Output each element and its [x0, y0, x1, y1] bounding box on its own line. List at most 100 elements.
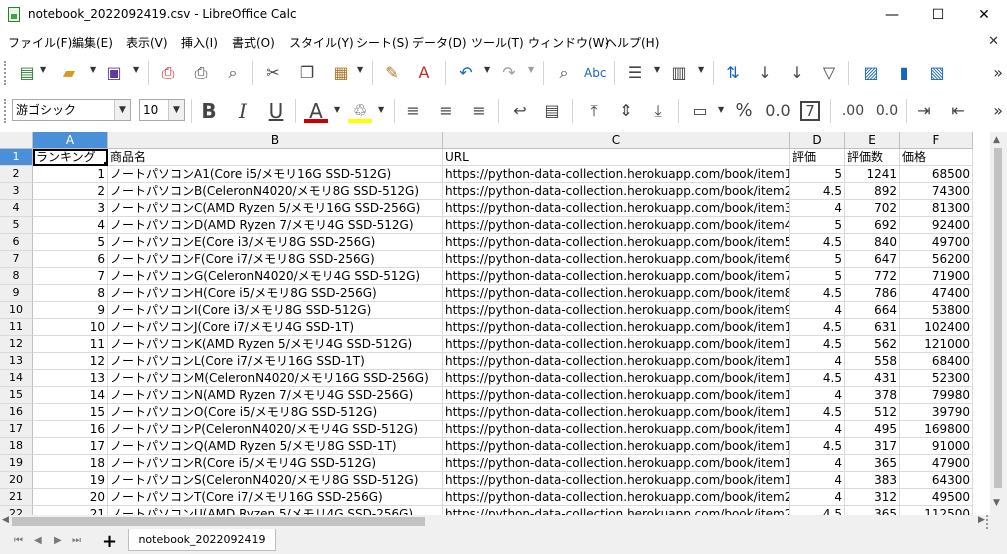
- table-cell[interactable]: 786: [845, 285, 900, 302]
- table-cell[interactable]: 47400: [900, 285, 973, 302]
- save-icon[interactable]: ▣: [103, 63, 125, 83]
- italic-button[interactable]: I: [231, 99, 255, 123]
- table-cell[interactable]: 1241: [845, 166, 900, 183]
- table-cell[interactable]: ノートパソコンN(AMD Ryzen 7/メモリ4G SSD-256G): [108, 387, 443, 404]
- table-cell[interactable]: 12: [33, 353, 108, 370]
- table-cell[interactable]: ノートパソコンO(Core i5/メモリ8G SSD-512G): [108, 404, 443, 421]
- chevron-down-icon[interactable]: ▼: [168, 100, 184, 120]
- table-cell[interactable]: 4.5: [790, 336, 845, 353]
- sheet-tab[interactable]: notebook_2022092419: [128, 529, 276, 551]
- table-cell[interactable]: 52300: [900, 370, 973, 387]
- export-pdf-icon[interactable]: ⎙: [157, 63, 179, 83]
- table-cell[interactable]: https://python-data-collection.herokuapp…: [443, 387, 790, 404]
- row-header[interactable]: 10: [0, 302, 33, 319]
- previous-sheet-icon[interactable]: ◀: [34, 535, 42, 546]
- table-cell[interactable]: 71900: [900, 268, 973, 285]
- copy-icon[interactable]: ❐: [296, 63, 318, 83]
- table-cell[interactable]: https://python-data-collection.herokuapp…: [443, 438, 790, 455]
- align-right-icon[interactable]: ≡: [467, 99, 491, 123]
- table-cell[interactable]: 4.5: [790, 234, 845, 251]
- font-name-box[interactable]: 游ゴシック ▼: [12, 99, 131, 121]
- table-cell[interactable]: https://python-data-collection.herokuapp…: [443, 421, 790, 438]
- row-header[interactable]: 7: [0, 251, 33, 268]
- table-cell[interactable]: 317: [845, 438, 900, 455]
- table-cell[interactable]: ノートパソコンM(CeleronN4020/メモリ16G SSD-256G): [108, 370, 443, 387]
- table-cell[interactable]: 74300: [900, 183, 973, 200]
- table-cell[interactable]: 19: [33, 472, 108, 489]
- next-sheet-icon[interactable]: ▶: [54, 535, 62, 546]
- last-sheet-icon[interactable]: ⏭: [72, 535, 81, 546]
- paste-dropdown-icon[interactable]: ▼: [357, 65, 365, 74]
- toolbar-grip[interactable]: [4, 99, 7, 123]
- table-cell[interactable]: 4: [790, 489, 845, 506]
- column-header[interactable]: B: [108, 132, 443, 149]
- table-cell[interactable]: 49700: [900, 234, 973, 251]
- table-cell[interactable]: 14: [33, 387, 108, 404]
- table-cell[interactable]: 495: [845, 421, 900, 438]
- table-cell[interactable]: 4.5: [790, 506, 845, 515]
- table-cell[interactable]: 112500: [900, 506, 973, 515]
- table-cell[interactable]: 692: [845, 217, 900, 234]
- table-cell[interactable]: https://python-data-collection.herokuapp…: [443, 268, 790, 285]
- open-dropdown-icon[interactable]: ▼: [90, 65, 98, 74]
- menu-styles[interactable]: スタイル(Y): [289, 34, 354, 51]
- menu-help[interactable]: ヘルプ(H): [605, 34, 659, 51]
- row-header[interactable]: 2: [0, 166, 33, 183]
- header-cell[interactable]: 商品名: [108, 149, 443, 166]
- merge-cells-icon[interactable]: ▤: [540, 99, 564, 123]
- font-size-box[interactable]: 10 ▼: [139, 99, 185, 121]
- table-cell[interactable]: https://python-data-collection.herokuapp…: [443, 370, 790, 387]
- table-cell[interactable]: 631: [845, 319, 900, 336]
- table-cell[interactable]: ノートパソコンS(CeleronN4020/メモリ8G SSD-512G): [108, 472, 443, 489]
- menu-data[interactable]: データ(D): [412, 34, 467, 51]
- align-top-icon[interactable]: ⤒: [582, 99, 606, 123]
- font-color-button[interactable]: A: [304, 99, 328, 123]
- currency-format-icon[interactable]: ▭: [688, 99, 712, 123]
- row-header[interactable]: 12: [0, 336, 33, 353]
- table-cell[interactable]: 840: [845, 234, 900, 251]
- table-cell[interactable]: 702: [845, 200, 900, 217]
- table-cell[interactable]: 4.5: [790, 404, 845, 421]
- table-cell[interactable]: ノートパソコンK(AMD Ryzen 5/メモリ4G SSD-512G): [108, 336, 443, 353]
- table-cell[interactable]: 7: [33, 268, 108, 285]
- center-vertically-icon[interactable]: ⇕: [614, 99, 638, 123]
- table-cell[interactable]: ノートパソコンI(Core i3/メモリ8G SSD-512G): [108, 302, 443, 319]
- undo-icon[interactable]: ↶: [455, 63, 477, 83]
- chevron-down-icon[interactable]: ▼: [114, 100, 130, 120]
- table-cell[interactable]: ノートパソコンU(AMD Ryzen 5/メモリ4G SSD-256G): [108, 506, 443, 515]
- table-cell[interactable]: https://python-data-collection.herokuapp…: [443, 336, 790, 353]
- table-cell[interactable]: https://python-data-collection.herokuapp…: [443, 234, 790, 251]
- sort-descending-icon[interactable]: ↓: [786, 63, 808, 83]
- column-dropdown-icon[interactable]: ▼: [698, 65, 706, 74]
- table-cell[interactable]: https://python-data-collection.herokuapp…: [443, 200, 790, 217]
- table-cell[interactable]: https://python-data-collection.herokuapp…: [443, 319, 790, 336]
- table-cell[interactable]: https://python-data-collection.herokuapp…: [443, 302, 790, 319]
- table-cell[interactable]: ノートパソコンA1(Core i5/メモリ16G SSD-512G): [108, 166, 443, 183]
- scroll-left-icon[interactable]: ◀: [2, 515, 9, 525]
- row-header[interactable]: 16: [0, 404, 33, 421]
- table-cell[interactable]: 20: [33, 489, 108, 506]
- more-tools-icon[interactable]: »: [993, 63, 1003, 82]
- table-cell[interactable]: 4: [790, 421, 845, 438]
- table-cell[interactable]: 16: [33, 421, 108, 438]
- table-cell[interactable]: https://python-data-collection.herokuapp…: [443, 455, 790, 472]
- table-cell[interactable]: 68400: [900, 353, 973, 370]
- table-cell[interactable]: ノートパソコンE(Core i3/メモリ8G SSD-256G): [108, 234, 443, 251]
- row-header[interactable]: 5: [0, 217, 33, 234]
- row-header[interactable]: 17: [0, 421, 33, 438]
- table-cell[interactable]: 378: [845, 387, 900, 404]
- menu-view[interactable]: 表示(V): [126, 34, 168, 51]
- menu-insert[interactable]: 挿入(I): [181, 34, 218, 51]
- header-cell[interactable]: URL: [443, 149, 790, 166]
- table-cell[interactable]: 5: [33, 234, 108, 251]
- spelling-icon[interactable]: Abc: [584, 63, 606, 83]
- table-cell[interactable]: 4.5: [790, 285, 845, 302]
- table-cell[interactable]: 18: [33, 455, 108, 472]
- table-cell[interactable]: ノートパソコンP(CeleronN4020/メモリ4G SSD-512G): [108, 421, 443, 438]
- table-cell[interactable]: 102400: [900, 319, 973, 336]
- currency-dropdown-icon[interactable]: ▼: [718, 105, 726, 114]
- table-cell[interactable]: 1: [33, 166, 108, 183]
- table-cell[interactable]: 664: [845, 302, 900, 319]
- table-cell[interactable]: 64300: [900, 472, 973, 489]
- table-cell[interactable]: ノートパソコンR(Core i5/メモリ4G SSD-512G): [108, 455, 443, 472]
